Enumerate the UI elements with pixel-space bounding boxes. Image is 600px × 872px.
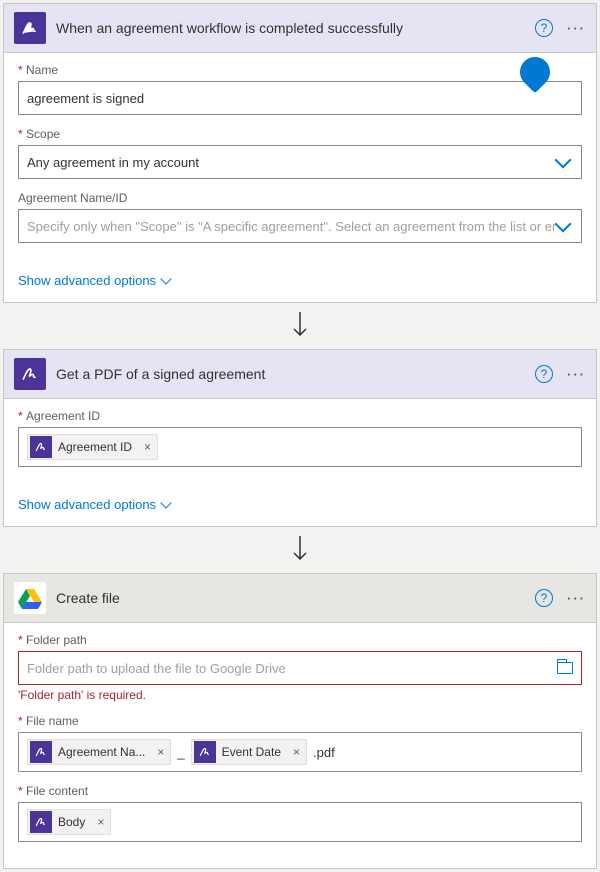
trigger-header[interactable]: When an agreement workflow is completed … <box>4 4 596 53</box>
help-icon[interactable]: ? <box>535 19 553 37</box>
file-name-field: File name Agreement Na... × _ Event Date… <box>18 714 582 772</box>
agreement-label: Agreement Name/ID <box>18 191 582 205</box>
name-label: Name <box>18 63 582 77</box>
chevron-down-icon <box>555 152 572 169</box>
chevron-down-icon <box>160 273 171 284</box>
remove-token-icon[interactable]: × <box>287 745 306 759</box>
more-icon[interactable]: ··· <box>567 591 586 606</box>
trigger-card: When an agreement workflow is completed … <box>3 3 597 303</box>
name-input[interactable]: agreement is signed <box>18 81 582 115</box>
token-body[interactable]: Body × <box>27 809 111 835</box>
chevron-down-icon <box>160 497 171 508</box>
agreement-id-field: Agreement ID Agreement ID × <box>18 409 582 467</box>
adobe-sign-icon <box>194 741 216 763</box>
google-drive-icon <box>14 582 46 614</box>
token-event-date[interactable]: Event Date × <box>191 739 307 765</box>
folder-icon[interactable] <box>557 662 573 674</box>
name-field: Name agreement is signed <box>18 63 582 115</box>
scope-label: Scope <box>18 127 582 141</box>
show-advanced-link[interactable]: Show advanced options <box>4 493 188 526</box>
create-file-title: Create file <box>56 590 535 606</box>
agreement-id-label: Agreement ID <box>18 409 582 423</box>
help-icon[interactable]: ? <box>535 365 553 383</box>
trigger-title: When an agreement workflow is completed … <box>56 20 535 36</box>
pdf-title: Get a PDF of a signed agreement <box>56 366 535 382</box>
file-name-input[interactable]: Agreement Na... × _ Event Date × .pdf <box>18 732 582 772</box>
agreement-id-field: Agreement Name/ID Specify only when "Sco… <box>18 191 582 243</box>
action-card-create-file: Create file ? ··· Folder path Folder pat… <box>3 573 597 869</box>
adobe-sign-icon <box>14 12 46 44</box>
folder-path-label: Folder path <box>18 633 582 647</box>
remove-token-icon[interactable]: × <box>151 745 170 759</box>
token-agreement-id[interactable]: Agreement ID × <box>27 434 158 460</box>
more-icon[interactable]: ··· <box>567 367 586 382</box>
adobe-sign-icon <box>30 436 52 458</box>
scope-dropdown[interactable]: Any agreement in my account <box>18 145 582 179</box>
adobe-sign-icon <box>30 811 52 833</box>
agreement-id-input[interactable]: Agreement ID × <box>18 427 582 467</box>
file-content-field: File content Body × <box>18 784 582 842</box>
connector-arrow <box>0 530 600 570</box>
agreement-dropdown[interactable]: Specify only when "Scope" is "A specific… <box>18 209 582 243</box>
folder-path-input[interactable]: Folder path to upload the file to Google… <box>18 651 582 685</box>
connector-arrow <box>0 306 600 346</box>
remove-token-icon[interactable]: × <box>138 440 157 454</box>
folder-path-error: 'Folder path' is required. <box>18 688 582 702</box>
file-content-input[interactable]: Body × <box>18 802 582 842</box>
help-icon[interactable]: ? <box>535 589 553 607</box>
token-agreement-name[interactable]: Agreement Na... × <box>27 739 171 765</box>
action-card-pdf: Get a PDF of a signed agreement ? ··· Ag… <box>3 349 597 527</box>
adobe-sign-icon <box>30 741 52 763</box>
folder-path-field: Folder path Folder path to upload the fi… <box>18 633 582 702</box>
create-file-header[interactable]: Create file ? ··· <box>4 574 596 623</box>
remove-token-icon[interactable]: × <box>91 815 110 829</box>
pdf-header[interactable]: Get a PDF of a signed agreement ? ··· <box>4 350 596 399</box>
adobe-sign-icon <box>14 358 46 390</box>
file-name-label: File name <box>18 714 582 728</box>
chevron-down-icon <box>555 216 572 233</box>
file-content-label: File content <box>18 784 582 798</box>
more-icon[interactable]: ··· <box>567 21 586 36</box>
show-advanced-link[interactable]: Show advanced options <box>4 269 188 302</box>
scope-field: Scope Any agreement in my account <box>18 127 582 179</box>
